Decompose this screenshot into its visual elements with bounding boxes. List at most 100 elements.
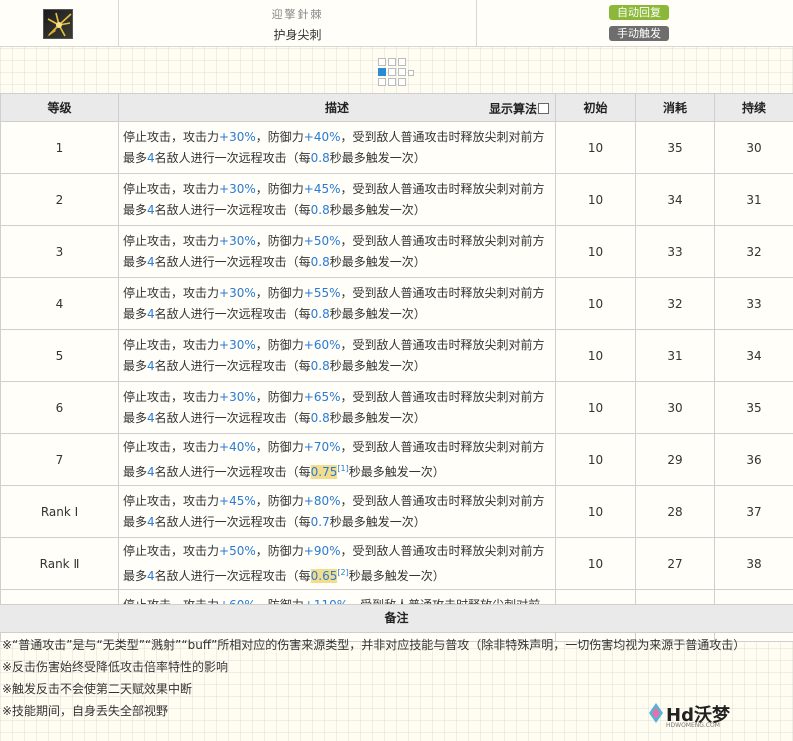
desc-text: 秒最多触发一次）: [329, 358, 426, 373]
interval-value: 0.8: [310, 410, 330, 425]
desc-text: ，防御力: [255, 493, 304, 508]
desc-text: ，防御力: [255, 285, 304, 300]
desc-text: 名敌人进行一次远程攻击（每: [154, 254, 311, 269]
initial-sp-cell: 10: [555, 329, 636, 382]
col-header-level: 等级: [0, 93, 119, 122]
note-item: ※“普通攻击”是与“无类型”“溅射”“buff”所相对应的伤害来源类型，并非对应…: [2, 638, 746, 652]
level-cell: 3: [0, 225, 119, 278]
desc-text: ，防御力: [255, 389, 304, 404]
footnote-ref[interactable]: [1]: [337, 464, 348, 473]
target-count: 4: [147, 514, 155, 529]
atk-value: +50%: [219, 543, 256, 558]
level-cell: 4: [0, 277, 119, 330]
sp-cost-cell: 30: [635, 381, 715, 434]
col-header-initial: 初始: [555, 93, 636, 122]
pager-dot[interactable]: [408, 70, 414, 76]
desc-text: 名敌人进行一次远程攻击（每: [154, 202, 311, 217]
initial-sp-cell: 10: [555, 381, 636, 434]
watermark-subtext: HDWOMENG.COM: [666, 722, 720, 729]
desc-text: 停止攻击，攻击力: [123, 233, 220, 248]
table-row: 3 停止攻击，攻击力+30%，防御力+50%，受到敌人普通攻击时释放尖刺对前方最多…: [0, 225, 793, 278]
description-cell: 停止攻击，攻击力+45%，防御力+80%，受到敌人普通攻击时释放尖刺对前方最多4…: [118, 485, 556, 538]
level-pager-icon[interactable]: [376, 58, 420, 90]
pager-dot[interactable]: [388, 58, 396, 66]
duration-cell: 38: [714, 537, 793, 590]
table-row: 6 停止攻击，攻击力+30%，防御力+65%，受到敌人普通攻击时释放尖刺对前方最多…: [0, 381, 793, 434]
atk-value: +30%: [219, 389, 256, 404]
pager-dot[interactable]: [398, 58, 406, 66]
initial-sp-cell: 10: [555, 173, 636, 226]
description-cell: 停止攻击，攻击力+30%，防御力+40%，受到敌人普通攻击时释放尖刺对前方最多4…: [118, 121, 556, 174]
sp-cost-cell: 31: [635, 329, 715, 382]
target-count: 4: [147, 464, 155, 479]
atk-value: +30%: [219, 129, 256, 144]
pager-dot[interactable]: [398, 78, 406, 86]
interval-value: 0.7: [310, 514, 330, 529]
desc-text: 秒最多触发一次）: [348, 464, 445, 479]
footnote-ref[interactable]: [2]: [337, 568, 348, 577]
sp-cost-cell: 33: [635, 225, 715, 278]
watermark-logo-icon: [649, 703, 663, 723]
table-header-row: 等级 描述 显示算法 初始 消耗 持续: [0, 93, 793, 122]
duration-cell: 30: [714, 121, 793, 174]
target-count: 4: [147, 358, 155, 373]
show-algorithm-checkbox[interactable]: [538, 103, 549, 114]
desc-text: 秒最多触发一次）: [329, 202, 426, 217]
pager-dot[interactable]: [388, 78, 396, 86]
col-header-desc-label: 描述: [324, 101, 349, 115]
table-row: 1 停止攻击，攻击力+30%，防御力+40%，受到敌人普通攻击时释放尖刺对前方最多…: [0, 121, 793, 174]
desc-text: 名敌人进行一次远程攻击（每: [154, 568, 311, 583]
show-algorithm-toggle[interactable]: 显示算法: [489, 100, 549, 117]
desc-text: 停止攻击，攻击力: [123, 285, 220, 300]
duration-cell: 32: [714, 225, 793, 278]
level-cell: 5: [0, 329, 119, 382]
pager-dot-active[interactable]: [378, 68, 386, 76]
desc-text: 停止攻击，攻击力: [123, 543, 220, 558]
def-value: +90%: [303, 543, 341, 558]
sp-cost-cell: 35: [635, 121, 715, 174]
duration-cell: 33: [714, 277, 793, 330]
desc-text: 名敌人进行一次远程攻击（每: [154, 150, 311, 165]
atk-value: +45%: [219, 493, 256, 508]
atk-value: +30%: [219, 285, 256, 300]
description-cell: 停止攻击，攻击力+50%，防御力+90%，受到敌人普通攻击时释放尖刺对前方最多4…: [118, 537, 556, 590]
level-cell: 2: [0, 173, 119, 226]
initial-sp-cell: 10: [555, 277, 636, 330]
atk-value: +30%: [219, 181, 256, 196]
col-header-desc: 描述 显示算法: [118, 93, 556, 122]
desc-text: ，防御力: [255, 543, 304, 558]
skill-level-table: 等级 描述 显示算法 初始 消耗 持续 1 停止攻击，攻击力+30%，防御力+40…: [0, 93, 793, 642]
def-value: +70%: [303, 439, 341, 454]
description-cell: 停止攻击，攻击力+30%，防御力+60%，受到敌人普通攻击时释放尖刺对前方最多4…: [118, 329, 556, 382]
pager-dot[interactable]: [378, 58, 386, 66]
desc-text: 停止攻击，攻击力: [123, 493, 220, 508]
level-cell: Rank Ⅱ: [0, 537, 119, 590]
desc-text: 秒最多触发一次）: [329, 254, 426, 269]
interval-value: 0.75: [310, 464, 338, 479]
desc-text: 秒最多触发一次）: [329, 410, 426, 425]
desc-text: 名敌人进行一次远程攻击（每: [154, 358, 311, 373]
trigger-type-badge: 手动触发: [609, 26, 669, 41]
desc-text: 秒最多触发一次）: [329, 150, 426, 165]
table-row: 2 停止攻击，攻击力+30%，防御力+45%，受到敌人普通攻击时释放尖刺对前方最多…: [0, 173, 793, 226]
level-cell: Rank Ⅰ: [0, 485, 119, 538]
level-cell: 7: [0, 433, 119, 486]
col-header-duration: 持续: [714, 93, 793, 122]
atk-value: +30%: [219, 233, 256, 248]
desc-text: 秒最多触发一次）: [348, 568, 445, 583]
sp-cost-cell: 29: [635, 433, 715, 486]
duration-cell: 35: [714, 381, 793, 434]
desc-text: ，防御力: [255, 129, 304, 144]
def-value: +40%: [303, 129, 341, 144]
pager-dot[interactable]: [378, 78, 386, 86]
desc-text: 停止攻击，攻击力: [123, 389, 220, 404]
pager-dot[interactable]: [398, 68, 406, 76]
desc-text: 停止攻击，攻击力: [123, 129, 220, 144]
atk-value: +40%: [219, 439, 256, 454]
pager-dot[interactable]: [388, 68, 396, 76]
interval-value: 0.8: [310, 150, 330, 165]
table-row: Rank Ⅰ 停止攻击，攻击力+45%，防御力+80%，受到敌人普通攻击时释放尖刺…: [0, 485, 793, 538]
duration-cell: 34: [714, 329, 793, 382]
skill-name-sub: 迎擎針棘: [271, 8, 324, 21]
level-cell: 6: [0, 381, 119, 434]
